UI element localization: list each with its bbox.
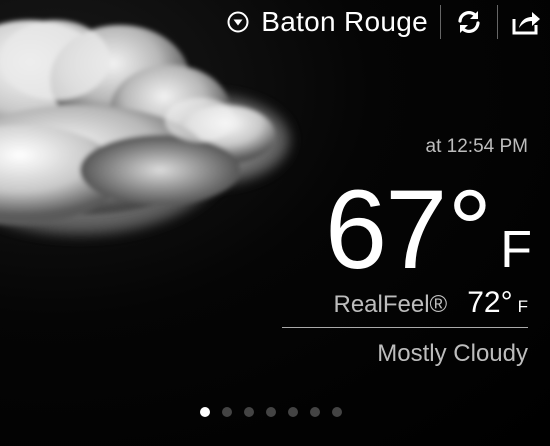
realfeel-label: RealFeel®: [333, 291, 448, 318]
page-dot[interactable]: [222, 407, 232, 417]
divider: [440, 5, 441, 39]
page-dot[interactable]: [332, 407, 342, 417]
share-button[interactable]: [502, 0, 550, 44]
page-dot[interactable]: [310, 407, 320, 417]
realfeel-degree-symbol: °: [500, 286, 513, 319]
weather-screen: Baton Rouge at 12:54 PM 67 ° F RealFeel®…: [0, 0, 550, 446]
refresh-icon: [458, 11, 480, 33]
temperature-unit: F: [500, 221, 532, 279]
temperature-display: 67 ° F: [325, 166, 532, 286]
page-dot[interactable]: [200, 407, 210, 417]
page-dot[interactable]: [288, 407, 298, 417]
page-dot[interactable]: [244, 407, 254, 417]
info-divider: [282, 327, 528, 328]
divider: [497, 5, 498, 39]
chevron-down-circle-icon: [227, 11, 249, 33]
city-name: Baton Rouge: [261, 6, 428, 37]
page-indicator: [0, 407, 550, 417]
realfeel-row: RealFeel® 72 ° F: [334, 286, 529, 320]
degree-symbol: °: [447, 167, 493, 292]
page-dot[interactable]: [266, 407, 276, 417]
realfeel-unit: F: [517, 297, 528, 316]
location-selector[interactable]: Baton Rouge: [227, 0, 436, 44]
refresh-button[interactable]: [445, 0, 493, 44]
share-icon: [512, 12, 540, 35]
top-bar: Baton Rouge: [227, 0, 550, 44]
weather-condition: Mostly Cloudy: [377, 340, 528, 367]
temperature-value: 67: [324, 167, 448, 292]
realfeel-value: 72: [467, 286, 501, 319]
last-updated-time: at 12:54 PM: [425, 136, 528, 157]
